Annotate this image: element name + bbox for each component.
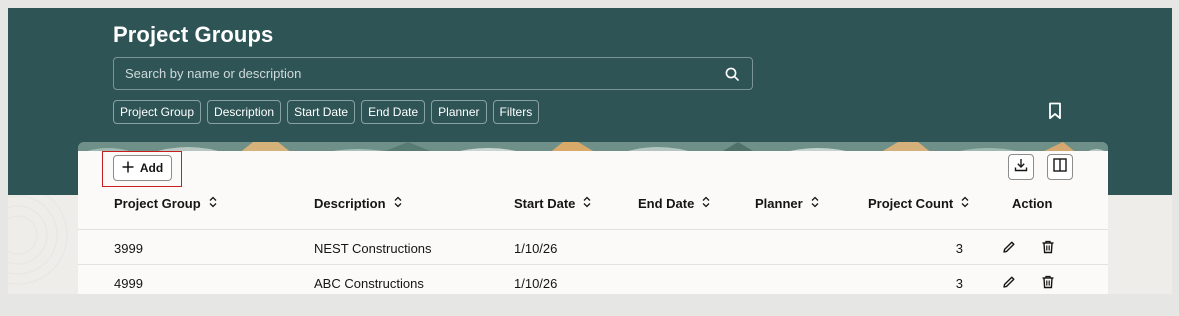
cell-start-date: 1/10/26 [514, 241, 558, 256]
delete-icon[interactable] [1041, 240, 1057, 256]
column-header-description[interactable]: Description [314, 196, 402, 211]
filter-chip-end-date[interactable]: End Date [361, 100, 426, 124]
filter-chip-description[interactable]: Description [207, 100, 282, 124]
sort-icon [583, 196, 591, 211]
filter-chip-planner[interactable]: Planner [431, 100, 487, 124]
page-title: Project Groups [113, 22, 274, 47]
search-icon[interactable] [712, 58, 752, 89]
download-icon [1014, 158, 1028, 177]
filter-chip-project-group[interactable]: Project Group [113, 100, 202, 124]
columns-button[interactable] [1047, 154, 1073, 180]
page-frame: Project Groups Project Group Description… [8, 8, 1172, 294]
row-divider [78, 229, 1108, 230]
search-bar[interactable] [113, 57, 753, 90]
sort-icon [811, 196, 819, 211]
cell-description: ABC Constructions [314, 276, 424, 291]
filter-chips: Project Group Description Start Date End… [113, 100, 540, 124]
column-header-end-date[interactable]: End Date [638, 196, 710, 211]
edit-icon[interactable] [1002, 240, 1018, 256]
cell-project-group: 3999 [114, 241, 143, 256]
filter-chip-start-date[interactable]: Start Date [287, 100, 356, 124]
edit-icon[interactable] [1002, 275, 1018, 291]
column-header-project-group[interactable]: Project Group [114, 196, 217, 211]
column-header-project-count[interactable]: Project Count [868, 196, 969, 211]
cell-start-date: 1/10/26 [514, 276, 558, 291]
table-card: Add Project Group Description Start Date… [78, 151, 1108, 294]
bookmark-icon[interactable] [1048, 102, 1066, 122]
cell-project-count: 3 [955, 241, 963, 256]
column-header-start-date[interactable]: Start Date [514, 196, 591, 211]
row-divider [78, 264, 1108, 265]
cell-project-group: 4999 [114, 276, 143, 291]
sort-icon [209, 196, 217, 211]
sort-icon [702, 196, 710, 211]
add-button-label: Add [139, 161, 164, 175]
plus-icon [122, 161, 134, 176]
export-button[interactable] [1008, 154, 1034, 180]
column-header-action: Action [1012, 196, 1053, 211]
delete-icon[interactable] [1041, 275, 1057, 291]
filter-chip-filters[interactable]: Filters [492, 100, 540, 124]
cell-project-count: 3 [955, 276, 963, 291]
add-button[interactable]: Add [113, 155, 172, 181]
sort-icon [394, 196, 402, 211]
column-header-planner[interactable]: Planner [755, 196, 819, 211]
columns-icon [1053, 157, 1067, 177]
cell-description: NEST Constructions [314, 241, 432, 256]
sort-icon [961, 196, 969, 211]
search-input[interactable] [125, 66, 712, 81]
